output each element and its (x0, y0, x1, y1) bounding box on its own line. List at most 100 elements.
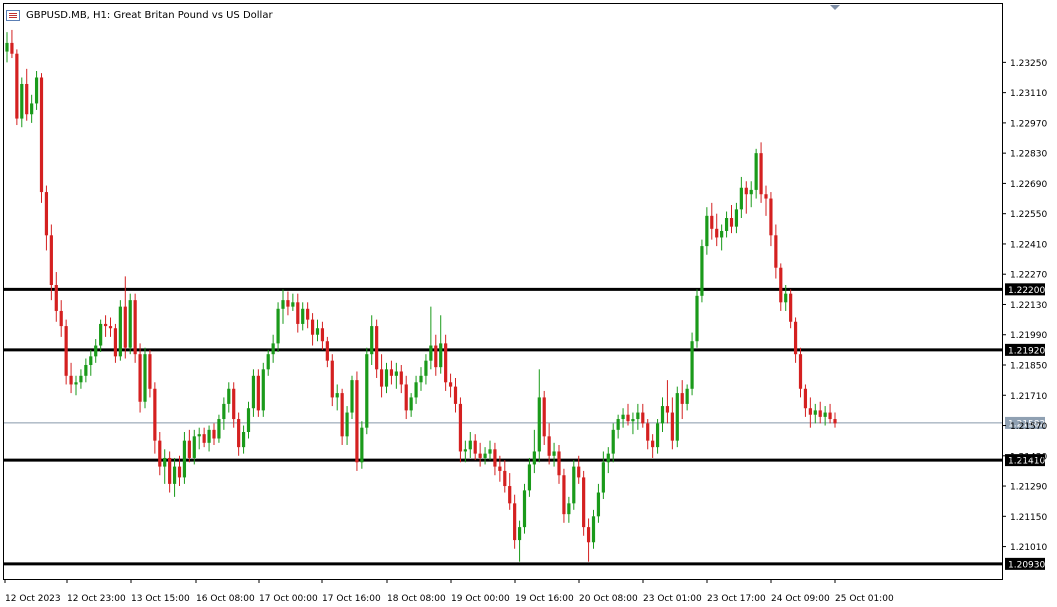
candle-body (434, 345, 438, 368)
candle-body (306, 308, 310, 320)
candle (64, 319, 68, 385)
candle (503, 460, 507, 493)
y-tick-label: 1.22830 (1010, 150, 1047, 160)
candle-body (271, 343, 275, 355)
candle (89, 349, 93, 376)
candle-body (25, 83, 29, 115)
candle-body (562, 475, 566, 515)
candle-body (458, 403, 463, 452)
candle (335, 384, 339, 411)
candle (572, 460, 576, 510)
candle-body (389, 369, 394, 376)
y-tick-label: 1.22550 (1010, 210, 1047, 220)
candle (665, 380, 670, 424)
candle (670, 397, 674, 450)
candle-body (49, 235, 53, 286)
candle (596, 483, 601, 523)
candle (739, 176, 743, 219)
candle (720, 224, 724, 251)
candle-body (586, 527, 591, 543)
x-tick-label: 23 Oct 17:00 (707, 594, 766, 604)
candle-body (818, 410, 822, 417)
candle-body (148, 354, 152, 389)
candle-body (409, 397, 413, 411)
candle (818, 401, 822, 424)
candle (621, 408, 625, 428)
candle-body (207, 429, 211, 443)
candle-body (715, 228, 719, 238)
candle-body (315, 328, 320, 335)
candle (212, 423, 216, 445)
candle (384, 362, 389, 394)
candle (774, 224, 778, 279)
candle (30, 94, 34, 123)
candle-body (94, 345, 98, 357)
candle-body (128, 300, 132, 348)
candle-body (527, 464, 532, 491)
y-tick-label: 1.21010 (1010, 543, 1047, 553)
candle-body (636, 412, 640, 420)
candle (108, 317, 113, 337)
candle (710, 202, 714, 240)
candle-body (330, 360, 334, 398)
candle (434, 334, 438, 376)
candle (217, 414, 221, 443)
y-tick-label: 1.22270 (1010, 271, 1047, 281)
x-tick-label: 12 Oct 2023 (5, 594, 61, 604)
candle-body (365, 354, 369, 428)
candle (458, 397, 463, 463)
candle-body (291, 302, 295, 307)
candle (94, 339, 98, 363)
candle-body (143, 354, 147, 402)
y-tick-label: 1.21850 (1010, 361, 1047, 371)
candle (310, 313, 315, 346)
candle (700, 239, 704, 303)
candle (330, 354, 334, 407)
candle (468, 432, 472, 458)
candle-body (448, 382, 453, 387)
candle-body (133, 300, 137, 355)
candle-body (5, 42, 9, 52)
candlestick-chart[interactable]: 1.215821.222001.219201.214101.20930 1.23… (0, 0, 1057, 607)
candle-body (665, 406, 670, 413)
candle (232, 382, 236, 428)
candle (793, 317, 798, 363)
candle (103, 315, 108, 337)
candle-body (488, 449, 492, 454)
candle-body (276, 308, 280, 344)
x-tick-label: 24 Oct 09:00 (771, 594, 830, 604)
candle-body (44, 192, 49, 236)
candle (118, 300, 122, 361)
candle (729, 205, 734, 234)
candle (527, 457, 532, 497)
x-tick-label: 17 Oct 00:00 (259, 594, 318, 604)
candle (172, 457, 177, 497)
candle-body (163, 457, 167, 467)
candle-body (680, 393, 684, 404)
candle (759, 142, 763, 203)
candle (705, 207, 709, 255)
candle-body (557, 451, 561, 476)
candle (44, 185, 49, 251)
candle-body (739, 187, 743, 210)
candle-body (281, 300, 285, 309)
candle-body (54, 285, 58, 311)
candle-body (513, 503, 517, 541)
candle-body (138, 354, 142, 402)
candle (266, 349, 270, 376)
candle (355, 371, 359, 471)
candle-body (419, 375, 423, 383)
candle-body (266, 354, 270, 370)
candle (488, 440, 492, 461)
candle-body (567, 503, 571, 515)
candle (641, 403, 645, 428)
candle (271, 334, 275, 363)
chart-window[interactable]: GBPUSD.MB, H1: Great Britan Pound vs US … (0, 0, 1057, 607)
candle-body (241, 432, 246, 448)
chart-shift-marker-icon[interactable] (830, 5, 840, 10)
candle (547, 423, 551, 465)
candle-body (813, 410, 817, 415)
candle-body (108, 326, 113, 329)
candle-body (375, 326, 379, 370)
candle-body (675, 393, 679, 441)
